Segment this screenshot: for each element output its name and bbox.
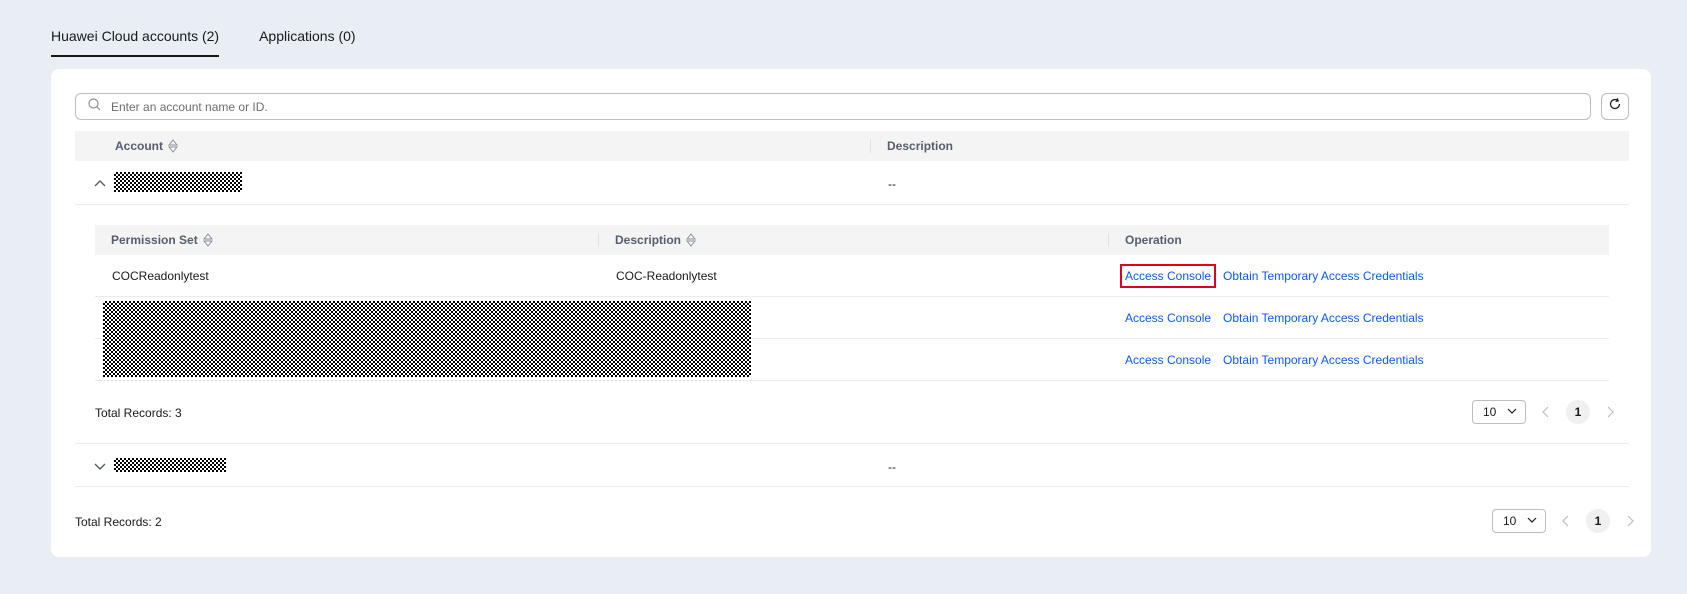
sort-icon[interactable] [202, 233, 213, 247]
search-input[interactable] [109, 98, 1590, 115]
page-size-select[interactable]: 10 [1472, 400, 1526, 424]
chevron-down-icon [1507, 405, 1517, 419]
permission-description-column-header[interactable]: Description [615, 233, 697, 247]
account-row: -- [75, 161, 1629, 205]
chevron-down-icon [1527, 514, 1537, 528]
obtain-temporary-credentials-link[interactable]: Obtain Temporary Access Credentials [1223, 311, 1424, 325]
search-row [75, 93, 1629, 121]
chevron-down-icon[interactable] [92, 458, 108, 474]
operation-column-header: Operation [1125, 233, 1182, 247]
operation-links: Access Console Obtain Temporary Access C… [1125, 311, 1424, 325]
search-icon [88, 97, 101, 116]
permission-description-column-label: Description [615, 233, 682, 247]
tab-applications[interactable]: Applications (0) [259, 28, 356, 57]
masked-account-name [114, 458, 226, 472]
column-divider [1108, 233, 1109, 247]
column-divider [598, 233, 599, 247]
account-column-label: Account [115, 139, 163, 153]
accounts-pagination: 10 1 [1492, 509, 1636, 533]
page-size-select[interactable]: 10 [1492, 509, 1546, 533]
access-console-link[interactable]: Access Console [1119, 264, 1217, 288]
permissions-pagination: 10 1 [1472, 400, 1616, 424]
description-column-header: Description [887, 139, 954, 153]
refresh-icon [1608, 97, 1622, 116]
accounts-table-header: Account Description [75, 131, 1629, 161]
account-row: -- [75, 443, 1629, 487]
permission-set-column-header[interactable]: Permission Set [111, 233, 213, 247]
refresh-button[interactable] [1601, 93, 1629, 120]
accounts-total-records: Total Records: 2 [75, 515, 162, 529]
next-page-icon[interactable] [1624, 514, 1636, 528]
tab-huawei-cloud-accounts[interactable]: Huawei Cloud accounts (2) [51, 28, 220, 57]
access-console-link[interactable]: Access Console [1125, 353, 1211, 367]
previous-page-icon[interactable] [1540, 405, 1552, 419]
page-size-value: 10 [1483, 405, 1497, 419]
account-description: -- [888, 460, 896, 474]
previous-page-icon[interactable] [1560, 514, 1572, 528]
permission-set-column-label: Permission Set [111, 233, 198, 247]
sort-icon[interactable] [685, 233, 697, 247]
next-page-icon[interactable] [1604, 405, 1616, 419]
chevron-up-icon[interactable] [92, 175, 108, 191]
permission-description: COC-Readonlytest [616, 269, 717, 283]
account-description: -- [888, 177, 896, 191]
column-divider [870, 139, 871, 153]
operation-links: Access Console Obtain Temporary Access C… [1125, 353, 1424, 367]
account-column-header[interactable]: Account [115, 139, 179, 153]
masked-account-name [114, 172, 242, 192]
access-console-link[interactable]: Access Console [1125, 311, 1211, 325]
sort-icon[interactable] [167, 139, 179, 153]
current-page[interactable]: 1 [1566, 400, 1590, 424]
accounts-card: Account Description -- Permission Set [51, 69, 1651, 557]
search-box[interactable] [75, 93, 1591, 120]
permissions-table-header: Permission Set Description Operation [95, 225, 1609, 255]
obtain-temporary-credentials-link[interactable]: Obtain Temporary Access Credentials [1223, 269, 1424, 283]
current-page[interactable]: 1 [1586, 509, 1610, 533]
obtain-temporary-credentials-link[interactable]: Obtain Temporary Access Credentials [1223, 353, 1424, 367]
operation-links: Access Console Obtain Temporary Access C… [1119, 264, 1424, 288]
masked-permission-rows [103, 301, 751, 377]
permissions-total-records: Total Records: 3 [95, 406, 182, 420]
permission-set-name: COCReadonlytest [112, 269, 209, 283]
page-size-value: 10 [1503, 514, 1517, 528]
permission-row: COCReadonlytest COC-Readonlytest Access … [95, 255, 1609, 297]
tab-bar: Huawei Cloud accounts (2) Applications (… [51, 28, 356, 57]
